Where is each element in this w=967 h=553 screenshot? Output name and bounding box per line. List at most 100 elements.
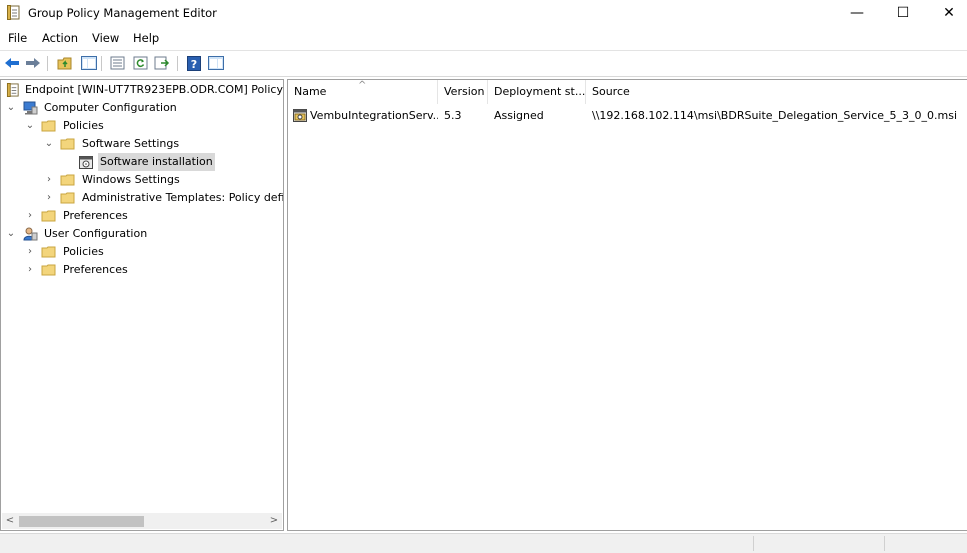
tree-node-preferences[interactable]: › Preferences	[1, 207, 283, 225]
chevron-right-icon[interactable]: ›	[25, 243, 35, 261]
tree-label: User Configuration	[44, 227, 148, 240]
column-header-label: Deployment st...	[494, 85, 586, 98]
chevron-down-icon[interactable]: ⌄	[6, 99, 16, 117]
tree-node-administrative-templates[interactable]: › Administrative Templates: Policy defin…	[1, 189, 283, 207]
export-list-icon	[154, 56, 169, 70]
tree-label: Policies	[63, 245, 104, 258]
maximize-button[interactable]: ☐	[880, 0, 926, 26]
chevron-right-icon[interactable]: ›	[25, 261, 35, 279]
title-bar: Group Policy Management Editor — ☐ ✕	[0, 0, 967, 26]
close-icon: ✕	[943, 5, 955, 21]
status-divider	[884, 536, 885, 551]
row-deployment: Assigned	[494, 109, 544, 122]
svg-text:?: ?	[190, 58, 196, 71]
show-hide-tree-button[interactable]	[80, 55, 97, 71]
user-icon	[23, 227, 38, 241]
tree-node-user-preferences[interactable]: › Preferences	[1, 261, 283, 279]
folder-icon	[41, 120, 56, 132]
row-source: \\192.168.102.114\msi\BDRSuite_Delegatio…	[592, 109, 958, 122]
show-hide-action-pane-icon	[207, 56, 224, 70]
software-installation-icon	[79, 156, 93, 169]
row-version: 5.3	[444, 109, 462, 122]
folder-icon	[60, 192, 75, 204]
tree-label: Preferences	[63, 263, 128, 276]
tree-node-user-configuration[interactable]: ⌄ User Configuration	[1, 225, 283, 243]
tree-label: Software installation	[98, 153, 215, 171]
console-tree[interactable]: Endpoint [WIN-UT7TR923EPB.ODR.COM] Polic…	[0, 79, 284, 531]
chevron-down-icon[interactable]: ⌄	[25, 117, 35, 135]
up-folder-icon	[57, 57, 71, 70]
help-icon: ?	[186, 55, 201, 71]
msi-package-icon	[293, 109, 307, 122]
properties-icon	[110, 56, 125, 70]
toolbar: ?	[0, 50, 967, 77]
folder-icon	[41, 246, 56, 258]
toolbar-separator	[47, 56, 48, 71]
menu-view[interactable]: View	[92, 31, 119, 45]
toolbar-separator	[101, 56, 102, 71]
tree-node-software-settings[interactable]: ⌄ Software Settings	[1, 135, 283, 153]
horizontal-scrollbar[interactable]: < >	[2, 513, 282, 529]
tree-label: Administrative Templates: Policy defini	[82, 191, 283, 204]
scroll-left-icon[interactable]: <	[2, 513, 18, 529]
menu-action[interactable]: Action	[42, 31, 78, 45]
forward-button[interactable]	[24, 55, 41, 71]
folder-icon	[60, 174, 75, 186]
tree-node-computer-configuration[interactable]: ⌄ Computer Configuration	[1, 99, 283, 117]
column-header-label: Name	[294, 85, 327, 98]
back-button[interactable]	[3, 55, 20, 71]
scrollbar-thumb[interactable]	[19, 516, 144, 527]
policy-document-icon	[6, 83, 19, 97]
policy-document-icon	[7, 5, 20, 20]
status-bar	[0, 533, 967, 553]
chevron-right-icon[interactable]: ›	[25, 207, 35, 225]
tree-label: Policies	[63, 119, 104, 132]
sort-ascending-icon: ^	[358, 80, 367, 91]
column-header-label: Version	[444, 85, 485, 98]
menu-bar: File Action View Help	[0, 28, 967, 48]
tree-label: Preferences	[63, 209, 128, 222]
folder-icon	[41, 210, 56, 222]
row-name: VembuIntegrationServ...	[310, 109, 438, 122]
properties-button[interactable]	[109, 55, 126, 71]
help-button[interactable]: ?	[185, 55, 202, 71]
minimize-icon: —	[850, 5, 864, 21]
status-divider	[753, 536, 754, 551]
tree-node-root[interactable]: Endpoint [WIN-UT7TR923EPB.ODR.COM] Polic…	[1, 81, 283, 99]
tree-label: Computer Configuration	[44, 101, 177, 114]
tree-node-software-installation[interactable]: Software installation	[1, 153, 283, 171]
menu-file[interactable]: File	[8, 31, 27, 45]
tree-node-user-policies[interactable]: › Policies	[1, 243, 283, 261]
refresh-icon	[133, 56, 148, 70]
column-header-source[interactable]: Source	[586, 80, 967, 104]
tree-node-windows-settings[interactable]: › Windows Settings	[1, 171, 283, 189]
back-icon	[4, 58, 19, 68]
chevron-right-icon[interactable]: ›	[44, 171, 54, 189]
details-list[interactable]: ^ Name Version Deployment st... Source V…	[287, 79, 967, 531]
computer-icon	[23, 101, 38, 115]
chevron-down-icon[interactable]: ⌄	[44, 135, 54, 153]
chevron-down-icon[interactable]: ⌄	[6, 225, 16, 243]
column-header-deployment-state[interactable]: Deployment st...	[488, 80, 586, 104]
chevron-right-icon[interactable]: ›	[44, 189, 54, 207]
show-hide-action-pane-button[interactable]	[207, 55, 224, 71]
show-hide-tree-icon	[80, 56, 97, 70]
maximize-icon: ☐	[896, 5, 910, 21]
close-button[interactable]: ✕	[926, 0, 967, 26]
forward-icon	[25, 58, 40, 68]
up-folder-button[interactable]	[56, 55, 73, 71]
window-title: Group Policy Management Editor	[28, 6, 217, 20]
tree-label: Software Settings	[82, 137, 180, 150]
column-header-version[interactable]: Version	[438, 80, 488, 104]
export-list-button[interactable]	[153, 55, 170, 71]
tree-node-policies[interactable]: ⌄ Policies	[1, 117, 283, 135]
scroll-right-icon[interactable]: >	[266, 513, 282, 529]
toolbar-separator	[177, 56, 178, 71]
refresh-button[interactable]	[132, 55, 149, 71]
minimize-button[interactable]: —	[834, 0, 880, 26]
folder-icon	[41, 264, 56, 276]
column-header-name[interactable]: ^ Name	[288, 80, 438, 104]
folder-icon	[60, 138, 75, 150]
menu-help[interactable]: Help	[133, 31, 159, 45]
column-header-label: Source	[592, 85, 630, 98]
